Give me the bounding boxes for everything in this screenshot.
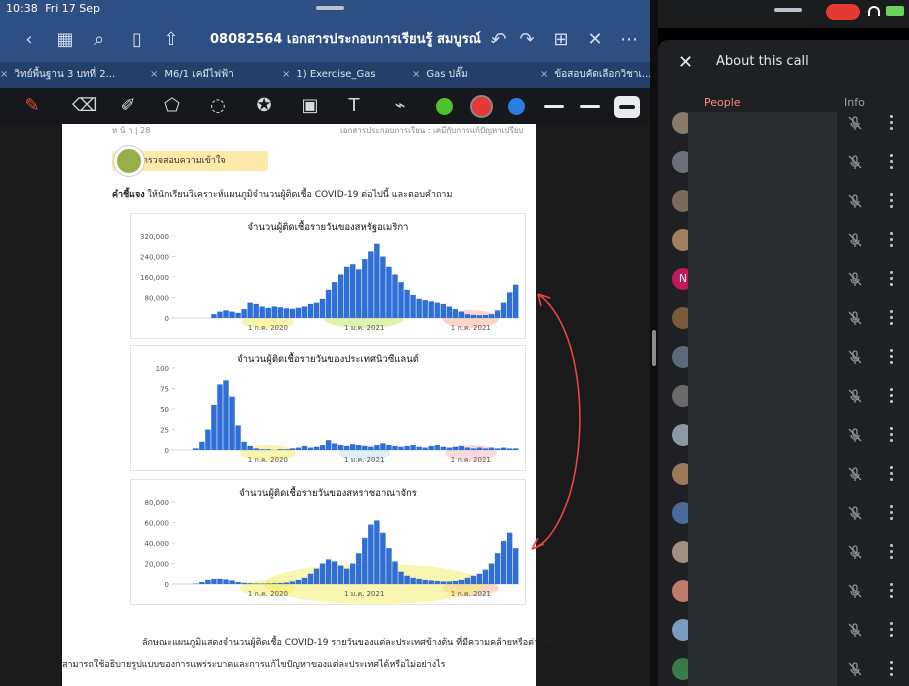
mic-off-icon[interactable] [846,114,864,132]
laser-icon[interactable]: ⌁ [388,94,412,118]
text-icon[interactable]: T [342,94,366,118]
document-title[interactable]: 08082564 เอกสารประกอบการเรียนรู้ สมบูรณ์… [210,29,498,52]
tab-label: ข้อสอบคัดเลือกวิชาเ... [554,69,650,80]
stroke-thick[interactable] [614,96,640,118]
tab-close-icon[interactable]: × [150,69,158,80]
back-icon[interactable]: ‹ [18,29,40,51]
more-options-icon[interactable] [890,310,894,326]
panel-header: ✕ About this call [658,40,909,88]
mic-off-icon[interactable] [846,621,864,639]
battery-icon [886,6,904,16]
multitask-handle[interactable] [316,6,344,10]
bookmark-icon[interactable]: ▯ [126,29,148,51]
more-options-icon[interactable] [890,583,894,599]
tab-gas[interactable]: × Gas ปลั๊ม [412,62,522,88]
close-icon[interactable]: ✕ [678,52,693,73]
redo-icon[interactable]: ↷ [516,29,538,51]
mic-off-icon[interactable] [846,231,864,249]
status-bar-right [650,0,909,28]
mic-off-icon[interactable] [846,504,864,522]
tab-science[interactable]: × วิทย์พื้นฐาน 3 บทที่ 2... [0,62,160,88]
more-options-icon[interactable] [890,466,894,482]
more-options-icon[interactable] [890,271,894,287]
participant-names-redacted [688,112,837,686]
ink-arrow [531,293,581,550]
tab-label: 1) Exercise_Gas [296,69,376,80]
call-info-panel: ✕ About this call People Info N [658,40,909,686]
undo-icon[interactable]: ↶ [488,29,510,51]
color-red[interactable] [470,95,493,118]
more-options-icon[interactable] [890,154,894,170]
mic-off-icon[interactable] [846,348,864,366]
add-page-icon[interactable]: ⊞ [550,29,572,51]
eraser-icon[interactable]: ⌫ [72,94,97,118]
mic-off-icon[interactable] [846,426,864,444]
pen-icon[interactable]: ✎ [20,94,44,118]
panel-title: About this call [716,54,809,69]
mic-off-icon[interactable] [846,309,864,327]
mic-off-icon[interactable] [846,660,864,678]
search-icon[interactable]: ⌕ [88,29,110,51]
mic-off-icon[interactable] [846,270,864,288]
split-divider-handle[interactable] [652,330,656,366]
document-canvas[interactable]: ห น้ า | 28 เอกสารประกอบการเรียน : เคมีก… [0,124,650,686]
more-options-icon[interactable] [890,388,894,404]
document-tab-bar: × วิทย์พื้นฐาน 3 บทที่ 2... × M6/1 เคมีไฟฟ… [0,62,650,88]
mic-off-icon[interactable] [846,387,864,405]
more-options-icon[interactable] [890,115,894,131]
wifi-icon [868,6,880,16]
tab-close-icon[interactable]: × [0,69,8,80]
ink-annotations [531,293,581,550]
more-options-icon[interactable] [890,622,894,638]
color-blue[interactable] [508,98,525,115]
close-icon[interactable]: ✕ [584,29,606,51]
mic-off-icon[interactable] [846,582,864,600]
mic-off-icon[interactable] [846,192,864,210]
tab-close-icon[interactable]: × [540,69,548,80]
mic-off-icon[interactable] [846,465,864,483]
more-options-icon[interactable] [890,349,894,365]
more-options-icon[interactable] [890,505,894,521]
more-options-icon[interactable] [890,544,894,560]
tab-label: M6/1 เคมีไฟฟ้า [164,69,234,80]
sticker-icon[interactable]: ✪ [252,94,276,118]
more-options-icon[interactable] [890,427,894,443]
stroke-thin[interactable] [544,105,564,108]
tab-label: Gas ปลั๊ม [426,69,468,80]
document-toolbar: ‹ ▦ ⌕ ▯ ⇧ 08082564 เอกสารประกอบการเรียนร… [0,18,650,62]
tab-close-icon[interactable]: × [282,69,290,80]
tab-exam[interactable]: × ข้อสอบคัดเลือกวิชาเ... [540,62,650,88]
status-date: Fri 17 Sep [45,2,101,15]
status-time: 10:38 [6,2,38,15]
stroke-medium[interactable] [580,105,600,108]
ipad-split-view: 10:38 Fri 17 Sep ‹ ▦ ⌕ ▯ ⇧ 08082564 เอกส… [0,0,909,686]
multitask-handle-right[interactable] [774,8,802,12]
image-icon[interactable]: ▣ [298,94,322,118]
mic-off-icon[interactable] [846,153,864,171]
more-icon[interactable]: ⋯ [618,29,640,51]
tab-electrochem[interactable]: × M6/1 เคมีไฟฟ้า [150,62,270,88]
tab-close-icon[interactable]: × [412,69,420,80]
mic-off-icon[interactable] [846,543,864,561]
annotation-toolbar: ✎ ⌫ ✐ ⬠ ◌ ✪ ▣ T ⌁ [0,88,650,124]
share-icon[interactable]: ⇧ [160,29,182,51]
tab-label: วิทย์พื้นฐาน 3 บทที่ 2... [14,69,116,80]
tab-exercise-gas[interactable]: × 1) Exercise_Gas [282,62,412,88]
more-options-icon[interactable] [890,193,894,209]
color-green[interactable] [436,98,453,115]
highlighter-icon[interactable]: ✐ [116,94,140,118]
shapes-icon[interactable]: ⬠ [160,94,184,118]
grid-view-icon[interactable]: ▦ [54,29,76,51]
recording-indicator [826,4,860,20]
lasso-icon[interactable]: ◌ [206,94,230,118]
document-title-text: 08082564 เอกสารประกอบการเรียนรู้ สมบูรณ์ [210,32,481,47]
more-options-icon[interactable] [890,661,894,677]
more-options-icon[interactable] [890,232,894,248]
